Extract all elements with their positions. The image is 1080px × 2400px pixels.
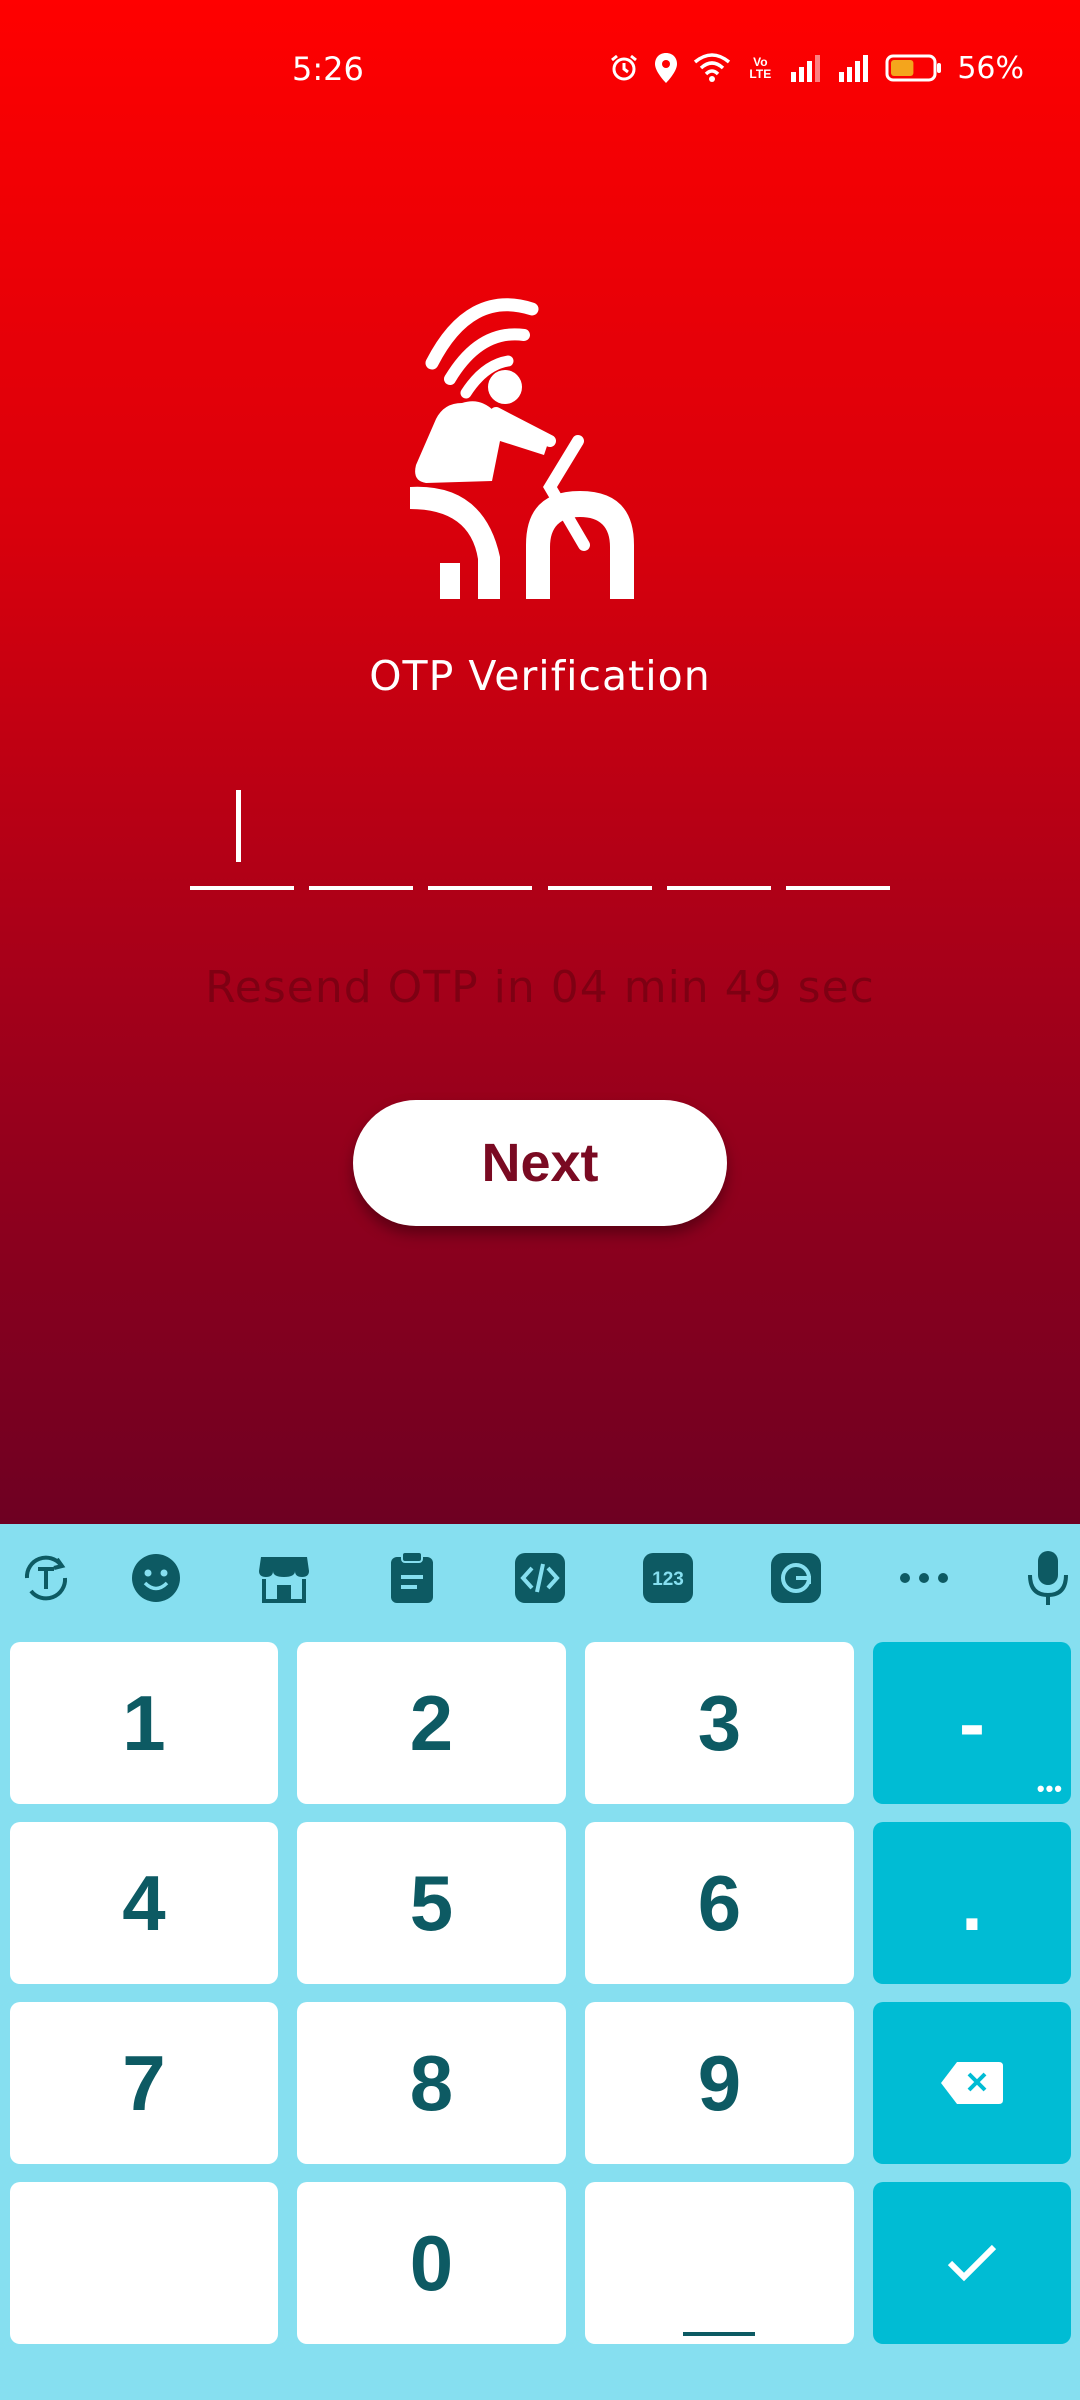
numbers-badge-text: 123 [652, 1569, 684, 1590]
store-icon[interactable] [256, 1550, 312, 1606]
cyclist-signal-logo-icon [410, 298, 634, 599]
location-icon [655, 53, 678, 83]
next-button[interactable]: Next [353, 1100, 727, 1226]
otp-digit-6[interactable] [785, 780, 890, 890]
gif-icon[interactable] [768, 1550, 824, 1606]
page-title: OTP Verification [369, 652, 711, 700]
more-icon[interactable] [896, 1550, 952, 1606]
key-6[interactable]: 6 [585, 1822, 854, 1984]
otp-digit-2[interactable] [309, 780, 414, 890]
text-caret [236, 790, 241, 862]
signal-icon [791, 55, 821, 82]
space-key[interactable] [585, 2182, 854, 2344]
check-icon [947, 2244, 997, 2282]
battery-icon [885, 54, 942, 82]
otp-digit-1[interactable] [190, 780, 294, 890]
key-minus-label: - [959, 1678, 985, 1767]
screen: 5:26 Vo LTE 56% OTP Verification Resend … [0, 0, 1080, 2400]
status-time: 5:26 [292, 50, 364, 88]
numeric-keyboard: 123 1 2 3 - ••• 4 5 6 . 7 8 9 0 [0, 1524, 1080, 2400]
otp-digit-4[interactable] [547, 780, 652, 890]
text-switch-icon[interactable] [18, 1550, 74, 1606]
key-blank[interactable] [10, 2182, 278, 2344]
otp-digit-5[interactable] [666, 780, 771, 890]
key-5[interactable]: 5 [297, 1822, 566, 1984]
more-dots: ••• [1036, 1776, 1063, 1801]
done-key[interactable] [873, 2182, 1071, 2344]
backspace-key[interactable] [873, 2002, 1071, 2164]
backspace-icon [941, 2062, 1003, 2104]
otp-input-group[interactable] [190, 780, 890, 890]
key-0[interactable]: 0 [297, 2182, 566, 2344]
key-9[interactable]: 9 [585, 2002, 854, 2164]
key-period[interactable]: . [873, 1822, 1071, 1984]
key-4[interactable]: 4 [10, 1822, 278, 1984]
key-1[interactable]: 1 [10, 1642, 278, 1804]
keyboard-toolbar: 123 [0, 1524, 1080, 1630]
code-icon[interactable] [512, 1550, 568, 1606]
volte-icon: Vo LTE [749, 55, 772, 81]
resend-otp-timer: Resend OTP in 04 min 49 sec [205, 962, 875, 1013]
numbers-icon[interactable]: 123 [640, 1550, 696, 1606]
status-icons: Vo LTE 56% [609, 48, 1024, 88]
battery-percent: 56% [957, 50, 1024, 86]
space-icon [683, 2332, 755, 2336]
key-minus[interactable]: - ••• [873, 1642, 1071, 1804]
key-7[interactable]: 7 [10, 2002, 278, 2164]
emoji-icon[interactable] [128, 1550, 184, 1606]
key-3[interactable]: 3 [585, 1642, 854, 1804]
otp-screen: 5:26 Vo LTE 56% OTP Verification Resend … [0, 0, 1080, 1524]
wifi-icon [694, 53, 731, 82]
signal-icon [839, 55, 869, 82]
clipboard-icon[interactable] [384, 1550, 440, 1606]
microphone-icon[interactable] [1020, 1550, 1076, 1606]
status-bar: 5:26 Vo LTE 56% [0, 0, 1080, 140]
alarm-icon [611, 54, 638, 81]
key-2[interactable]: 2 [297, 1642, 566, 1804]
otp-digit-3[interactable] [428, 780, 533, 890]
key-8[interactable]: 8 [297, 2002, 566, 2164]
